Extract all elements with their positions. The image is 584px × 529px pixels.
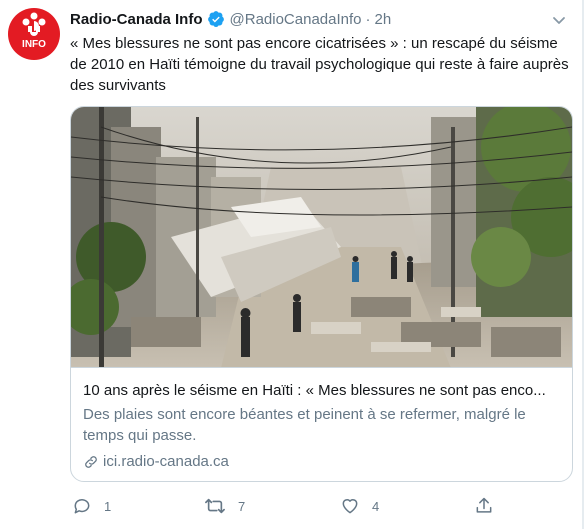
chevron-down-icon[interactable] [550,11,568,29]
card-body[interactable]: 10 ans après le séisme en Haïti : « Mes … [71,369,572,472]
reply-count: 1 [104,498,112,514]
heart-icon [342,499,358,514]
share-icon [476,497,492,513]
card-domain[interactable]: ici.radio-canada.ca [83,452,560,472]
verified-badge-icon [207,10,225,28]
tweet-time[interactable]: 2h [375,11,392,28]
card-title[interactable]: 10 ans après le séisme en Haïti : « Mes … [83,381,560,401]
retweet-button[interactable]: 7 [204,493,245,519]
card-domain-text[interactable]: ici.radio-canada.ca [103,452,229,472]
avatar[interactable]: INFO [8,8,60,60]
reply-icon [74,499,90,514]
tweet-header: Radio-Canada Info @RadioCanadaInfo · 2h [70,8,580,30]
account-handle[interactable]: @RadioCanadaInfo [230,11,362,28]
account-name[interactable]: Radio-Canada Info [70,11,203,28]
tweet-text: « Mes blessures ne sont pas encore cicat… [70,35,569,94]
separator-dot: · [365,10,371,28]
tweet-actions: 1 7 4 [70,493,575,519]
card-description: Des plaies sont encore béantes et peinen… [83,406,526,444]
share-button[interactable] [474,493,506,519]
like-count: 4 [372,498,380,514]
like-button[interactable]: 4 [340,493,379,519]
card-image[interactable] [71,107,572,368]
link-card[interactable]: 10 ans après le séisme en Haïti : « Mes … [70,106,573,482]
link-icon [85,456,97,468]
retweet-icon [205,498,225,514]
avatar-label: INFO [22,39,46,50]
reply-button[interactable]: 1 [72,493,111,519]
retweet-count: 7 [238,498,246,514]
tweet[interactable]: INFO Radio-Canada Info @RadioCanadaInfo … [0,0,584,529]
